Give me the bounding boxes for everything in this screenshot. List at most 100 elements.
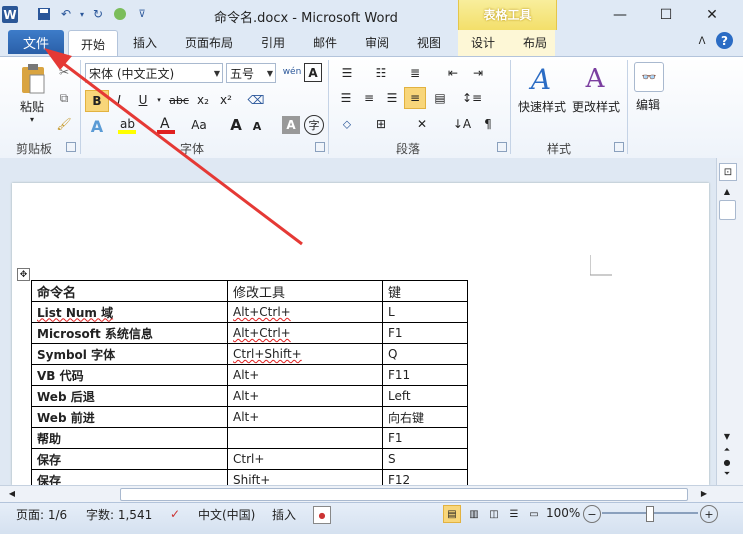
table-header-cell[interactable]: 键: [382, 280, 468, 302]
table-cell[interactable]: F1: [382, 427, 468, 449]
vertical-scroll-thumb[interactable]: [719, 200, 736, 220]
align-right-icon[interactable]: ☰: [382, 89, 402, 107]
help-icon[interactable]: ?: [716, 32, 733, 49]
scroll-right-icon[interactable]: ▶: [698, 487, 710, 499]
select-browse-object-icon[interactable]: ●: [719, 456, 735, 468]
table-header-cell[interactable]: 修改工具: [227, 280, 383, 302]
table-cell[interactable]: Alt+Ctrl+: [227, 301, 383, 323]
shading-icon[interactable]: ⬦: [336, 114, 358, 134]
tab-home[interactable]: 开始: [68, 30, 118, 57]
quick-print-icon[interactable]: [112, 6, 128, 22]
table-cell[interactable]: 向右键: [382, 406, 468, 428]
numbering-icon[interactable]: ☷: [370, 64, 392, 82]
table-cell[interactable]: Symbol 字体: [31, 343, 228, 365]
macro-record-icon[interactable]: ●: [313, 506, 331, 524]
table-cell[interactable]: Microsoft 系统信息: [31, 322, 228, 344]
phonetic-guide-icon[interactable]: wén: [282, 62, 302, 82]
tab-review[interactable]: 审阅: [365, 34, 389, 51]
table-cell[interactable]: Web 后退: [31, 385, 228, 407]
table-cell[interactable]: F1: [382, 322, 468, 344]
tab-page-layout[interactable]: 页面布局: [185, 34, 233, 51]
zoom-in-icon[interactable]: +: [700, 505, 718, 523]
tab-mailings[interactable]: 邮件: [313, 34, 337, 51]
align-left-icon[interactable]: ☰: [336, 89, 356, 107]
zoom-out-icon[interactable]: −: [583, 505, 601, 523]
increase-indent-icon[interactable]: ⇥: [468, 64, 488, 82]
paste-icon[interactable]: [18, 62, 48, 96]
word-count[interactable]: 字数: 1,541: [86, 506, 152, 523]
save-icon[interactable]: [36, 6, 52, 22]
tab-design[interactable]: 设计: [471, 34, 495, 51]
word-app-icon[interactable]: W: [2, 6, 18, 23]
undo-icon[interactable]: ↶: [58, 6, 74, 22]
find-binoculars-icon[interactable]: 👓: [634, 62, 664, 92]
zoom-slider-thumb[interactable]: [646, 506, 654, 522]
table-cell[interactable]: 保存: [31, 448, 228, 470]
paste-button[interactable]: 粘贴: [14, 98, 50, 114]
quick-styles-button[interactable]: 快速样式: [514, 98, 570, 114]
ruler-toggle-icon[interactable]: ⊡: [719, 163, 737, 181]
next-page-icon[interactable]: ⏷: [719, 468, 735, 480]
bullets-icon[interactable]: ☰: [336, 64, 358, 82]
change-styles-icon[interactable]: A: [578, 62, 612, 96]
italic-button[interactable]: I: [110, 90, 128, 110]
change-styles-button[interactable]: 更改样式: [568, 98, 624, 114]
character-border-icon[interactable]: A: [304, 63, 322, 82]
superscript-button[interactable]: x²: [216, 90, 236, 110]
language-indicator[interactable]: 中文(中国): [198, 506, 255, 523]
table-cell[interactable]: Alt+Ctrl+: [227, 322, 383, 344]
zoom-level[interactable]: 100%: [546, 506, 580, 520]
minimize-button[interactable]: —: [597, 0, 643, 30]
table-cell[interactable]: 帮助: [31, 427, 228, 449]
change-case-button[interactable]: Aa: [186, 116, 212, 134]
tab-file[interactable]: 文件: [8, 30, 64, 54]
bold-button[interactable]: B: [85, 90, 109, 112]
chevron-down-icon[interactable]: ▼: [214, 64, 220, 84]
page-count[interactable]: 页面: 1/6: [16, 506, 67, 523]
table-cell[interactable]: Alt+: [227, 364, 383, 386]
scroll-left-icon[interactable]: ◀: [6, 487, 18, 499]
table-cell[interactable]: S: [382, 448, 468, 470]
quick-styles-icon[interactable]: A: [524, 62, 558, 96]
clipboard-launcher-icon[interactable]: [66, 142, 76, 152]
undo-dropdown-icon[interactable]: ▾: [74, 6, 90, 22]
shrink-font-button[interactable]: A: [250, 118, 264, 134]
web-layout-icon[interactable]: ◫: [485, 505, 503, 523]
text-effects-icon[interactable]: A: [86, 116, 108, 136]
show-marks-icon[interactable]: ¶: [478, 114, 498, 134]
copy-icon[interactable]: ⧉: [56, 90, 72, 106]
tab-insert[interactable]: 插入: [133, 34, 157, 51]
paragraph-launcher-icon[interactable]: [497, 142, 507, 152]
highlight-color-icon[interactable]: ab: [116, 114, 138, 136]
draft-view-icon[interactable]: ▭: [525, 505, 543, 523]
font-name-combo[interactable]: 宋体 (中文正文) ▼: [85, 63, 223, 83]
maximize-button[interactable]: ☐: [643, 0, 689, 30]
font-launcher-icon[interactable]: [315, 142, 325, 152]
table-cell[interactable]: VB 代码: [31, 364, 228, 386]
close-button[interactable]: ✕: [689, 0, 735, 30]
table-cell[interactable]: [227, 427, 383, 449]
chevron-down-icon[interactable]: ▾: [154, 90, 164, 110]
tab-view[interactable]: 视图: [417, 34, 441, 51]
strikethrough-button[interactable]: abc: [168, 90, 190, 110]
table-header-cell[interactable]: 命令名: [31, 280, 228, 302]
horizontal-scroll-thumb[interactable]: [120, 488, 688, 501]
table-cell[interactable]: Ctrl+Shift+: [227, 343, 383, 365]
table-cell[interactable]: Alt+: [227, 385, 383, 407]
chevron-down-icon[interactable]: ▼: [267, 64, 273, 84]
editing-button[interactable]: 编辑: [632, 96, 664, 112]
table-cell[interactable]: Alt+: [227, 406, 383, 428]
grow-font-button[interactable]: A: [228, 116, 244, 134]
redo-icon[interactable]: ↻: [90, 6, 106, 22]
subscript-button[interactable]: x₂: [193, 90, 213, 110]
styles-launcher-icon[interactable]: [614, 142, 624, 152]
decrease-indent-icon[interactable]: ⇤: [443, 64, 463, 82]
align-center-icon[interactable]: ≡: [359, 89, 379, 107]
previous-page-icon[interactable]: ⏶: [719, 444, 735, 456]
enclose-characters-button[interactable]: 字: [304, 115, 324, 135]
multilevel-list-icon[interactable]: ≣: [404, 64, 426, 82]
font-color-icon[interactable]: A: [155, 114, 177, 136]
print-layout-view-icon[interactable]: ▤: [443, 505, 461, 523]
table-cell[interactable]: F11: [382, 364, 468, 386]
font-size-combo[interactable]: 五号 ▼: [226, 63, 276, 83]
